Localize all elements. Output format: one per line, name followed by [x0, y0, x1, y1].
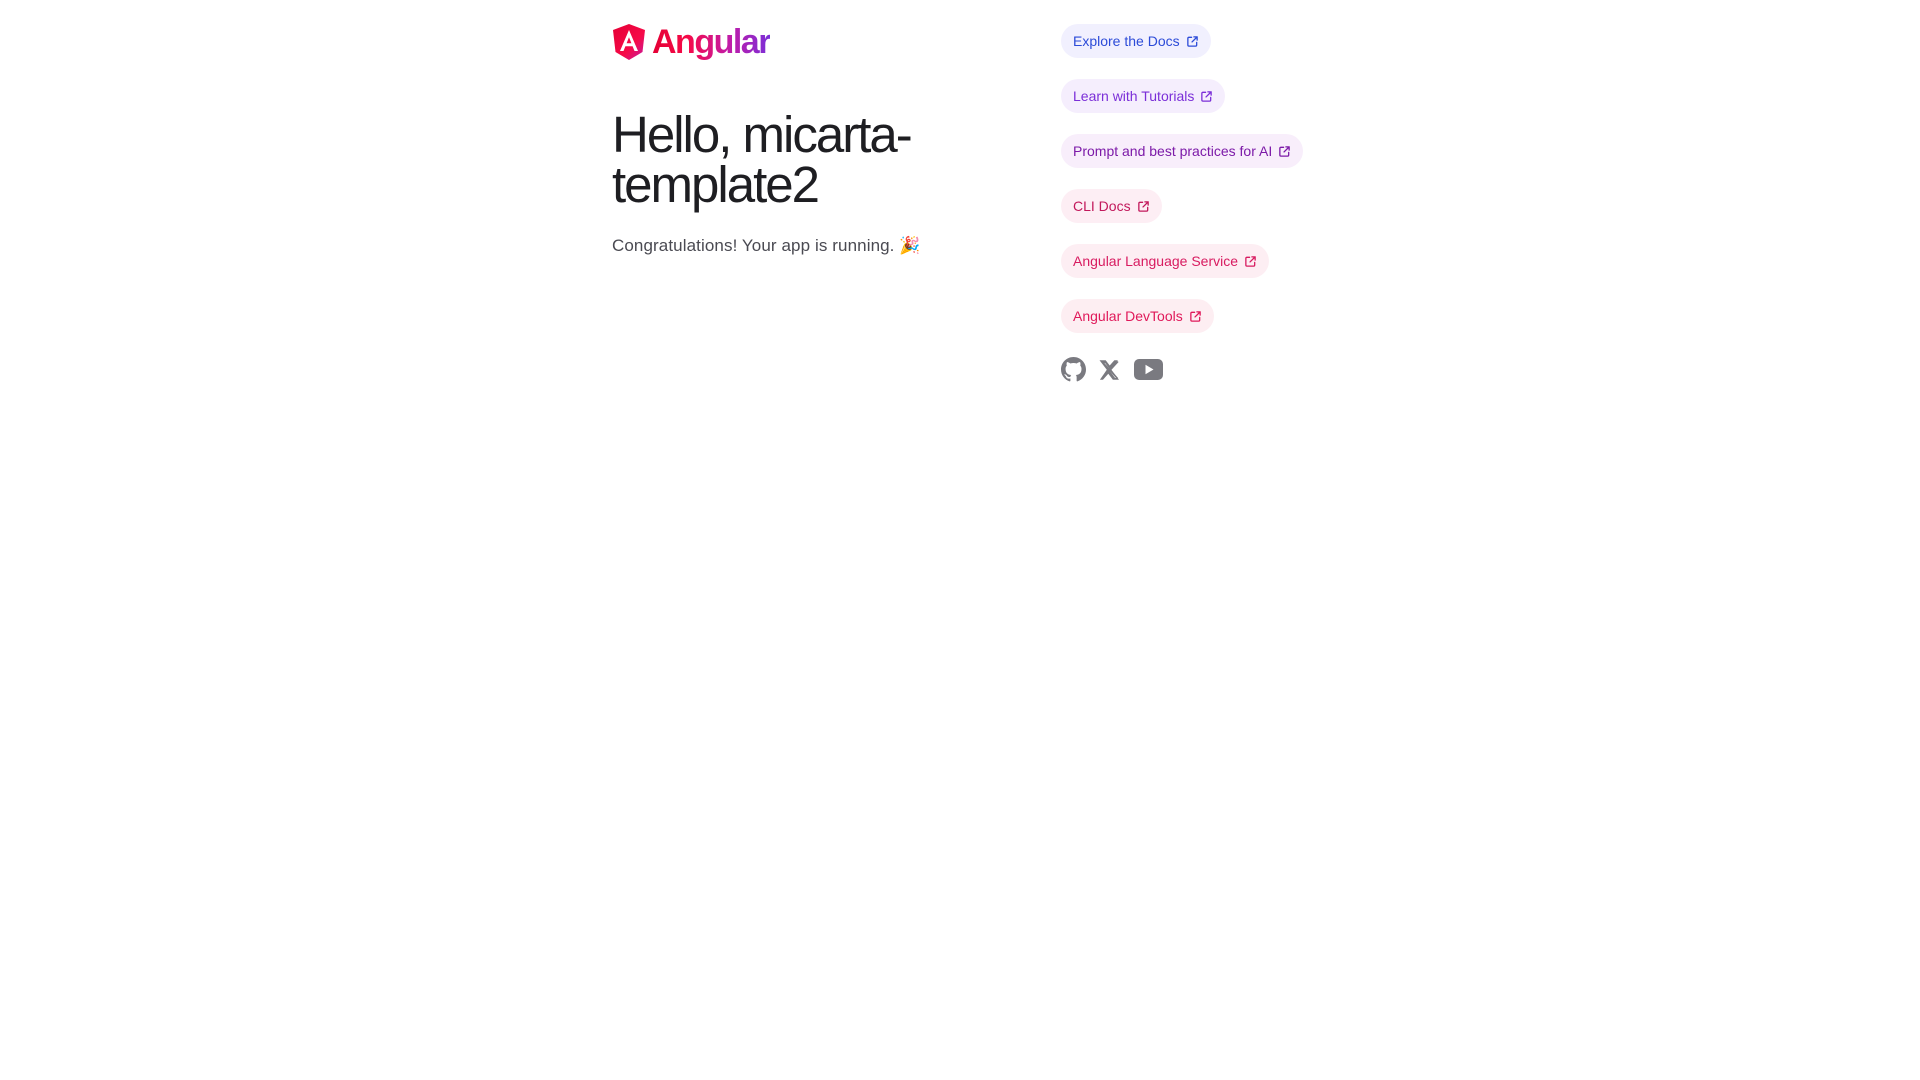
youtube-link[interactable]: [1134, 359, 1163, 380]
pill-learn-tutorials[interactable]: Learn with Tutorials: [1061, 79, 1226, 113]
external-link-icon: [1189, 310, 1201, 322]
x-link[interactable]: [1098, 358, 1122, 382]
angular-shield-icon: [613, 24, 645, 60]
pill-label: Explore the Docs: [1073, 33, 1180, 49]
github-icon: [1061, 357, 1086, 382]
x-icon: [1099, 359, 1119, 380]
pill-prompt-ai[interactable]: Prompt and best practices for AI: [1061, 134, 1304, 168]
angular-logo: Angular: [612, 22, 1032, 62]
page-title: Hello, micarta-template2: [612, 106, 913, 213]
pill-label: Learn with Tutorials: [1073, 88, 1195, 104]
pill-explore-docs[interactable]: Explore the Docs: [1061, 24, 1211, 58]
pill-cli-docs[interactable]: CLI Docs: [1061, 189, 1162, 223]
page-subtitle: Congratulations! Your app is running. 🎉: [612, 236, 921, 255]
pill-label: Angular DevTools: [1073, 308, 1183, 324]
resource-links: Explore the Docs Learn with Tutorials Pr…: [1061, 24, 1461, 382]
pill-label: Prompt and best practices for AI: [1073, 143, 1273, 159]
pill-language-service[interactable]: Angular Language Service: [1061, 244, 1270, 278]
external-link-icon: [1201, 90, 1213, 102]
pill-devtools[interactable]: Angular DevTools: [1061, 299, 1214, 333]
welcome-section: Angular Hello, micarta-template2 Congrat…: [612, 22, 1032, 256]
pill-label: CLI Docs: [1073, 198, 1131, 214]
logo-wordmark: Angular: [652, 23, 771, 61]
pill-label: Angular Language Service: [1073, 253, 1239, 269]
external-link-icon: [1186, 35, 1198, 47]
github-link[interactable]: [1061, 357, 1086, 382]
external-link-icon: [1279, 145, 1291, 157]
youtube-icon: [1134, 359, 1163, 380]
app-root: Angular Hello, micarta-template2 Congrat…: [0, 0, 1920, 1080]
external-link-icon: [1245, 255, 1256, 267]
social-links: [1061, 357, 1461, 382]
external-link-icon: [1137, 200, 1149, 212]
